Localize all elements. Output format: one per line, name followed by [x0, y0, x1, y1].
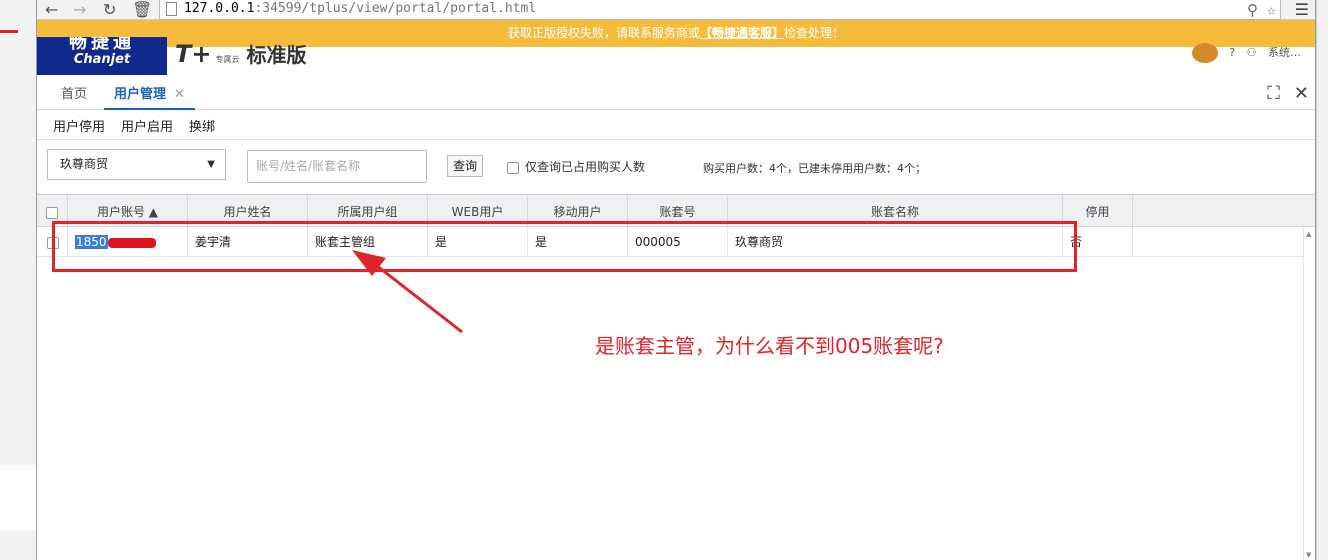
background-scrollbar	[1316, 0, 1328, 560]
fullscreen-icon[interactable]: ⛶	[1267, 83, 1280, 104]
brand-tplus: T+	[175, 40, 212, 68]
brand-sub: 专属云	[215, 55, 240, 64]
table-scrollbar[interactable]: ▲ ▼	[1303, 228, 1315, 560]
background-band	[0, 465, 36, 530]
url-input[interactable]: 127.0.0.1:34599/tplus/view/portal/portal…	[159, 0, 1281, 20]
back-arrow-icon[interactable]: ←	[45, 0, 58, 20]
mascot-icon[interactable]	[1191, 43, 1218, 63]
only-bought-checkbox[interactable]	[507, 161, 519, 174]
close-tab-icon[interactable]: ✕	[174, 87, 185, 102]
chanjet-logo: 畅捷通 Chanjet	[37, 37, 167, 75]
logo-cn: 畅捷通	[69, 37, 135, 53]
trash-icon[interactable]: 🗑	[132, 0, 152, 20]
header-actions: ? ⚇ 系统…	[1184, 43, 1301, 63]
address-bar: ← → ↻ 🗑 127.0.0.1:34599/tplus/view/porta…	[37, 0, 1315, 20]
user-count-stats: 购买用户数：4个，已建未停用用户数：4个；	[703, 162, 926, 175]
only-bought-filter[interactable]: 仅查询已占用购买人数	[507, 158, 645, 175]
logo-en: Chanjet	[73, 52, 131, 67]
star-icon[interactable]: ☆	[1267, 1, 1276, 19]
background-page	[0, 0, 36, 560]
notice-text-after: 检查处理！	[784, 26, 845, 40]
product-brand: T+ 专属云 标准版	[175, 39, 306, 68]
browser-window: ← → ↻ 🗑 127.0.0.1:34599/tplus/view/porta…	[36, 0, 1316, 560]
app-header: 畅捷通 Chanjet T+ 专属云 标准版 ? ⚇ 系统…	[37, 37, 1315, 75]
tab-user-management[interactable]: 用户管理 ✕	[104, 82, 195, 110]
tab-actions: ⛶ ✕	[1253, 82, 1309, 106]
page-icon	[166, 2, 177, 16]
only-bought-label: 仅查询已占用购买人数	[525, 160, 646, 174]
action-toolbar: 用户停用 用户启用 换绑	[37, 110, 1315, 140]
reload-icon[interactable]: ↻	[103, 0, 116, 20]
rebind-button[interactable]: 换绑	[189, 116, 215, 135]
tabs-bar: 首页 用户管理 ✕ ⛶ ✕	[37, 82, 1315, 110]
notice-support-link[interactable]: 【畅捷通客服】	[700, 26, 784, 40]
disable-user-button[interactable]: 用户停用	[53, 116, 105, 135]
key-icon[interactable]: ⚲	[1247, 1, 1258, 19]
filter-bar: 玖尊商贸 ▼ 账号/姓名/账套名称 查询 仅查询已占用购买人数 购买用户数：4个…	[37, 140, 1315, 192]
help-icon[interactable]: ?	[1229, 46, 1235, 59]
enable-user-button[interactable]: 用户启用	[121, 116, 173, 135]
caret-down-icon: ▼	[207, 159, 215, 170]
background-red-dash	[0, 30, 18, 33]
close-icon[interactable]: ✕	[1294, 83, 1309, 104]
search-input[interactable]: 账号/姓名/账套名称	[247, 150, 427, 183]
url-host: 127.0.0.1	[184, 1, 255, 16]
tab-home-label: 首页	[61, 87, 88, 102]
tab-home[interactable]: 首页	[61, 82, 87, 110]
account-set-select[interactable]: 玖尊商贸 ▼	[47, 149, 226, 180]
url-actions: ⚲ ☆	[1247, 0, 1276, 20]
user-icon[interactable]: ⚇	[1247, 46, 1257, 59]
scroll-up-icon[interactable]: ▲	[1306, 230, 1311, 238]
annotation-text: 是账套主管，为什么看不到005账套呢?	[595, 334, 944, 358]
annotation-highlight-box	[52, 221, 1077, 272]
query-button[interactable]: 查询	[447, 155, 483, 177]
select-all-checkbox[interactable]	[46, 206, 58, 219]
tab-user-management-label: 用户管理	[114, 87, 167, 102]
notice-text-before: 获取正版授权失败，请联系服务商或	[507, 26, 700, 40]
system-menu[interactable]: 系统…	[1268, 46, 1301, 59]
brand-name: 标准版	[246, 43, 307, 67]
menu-icon[interactable]: ☰	[1295, 0, 1309, 20]
account-set-value: 玖尊商贸	[60, 157, 109, 171]
url-path: :34599/tplus/view/portal/portal.html	[254, 1, 537, 16]
forward-arrow-icon[interactable]: →	[73, 0, 86, 20]
scroll-down-icon[interactable]: ▼	[1306, 551, 1311, 559]
